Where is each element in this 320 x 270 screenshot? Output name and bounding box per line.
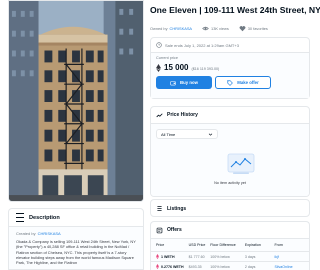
weth-icon: [156, 254, 159, 259]
created-by: Created by CHRISKASA: [16, 231, 136, 236]
lines-icon: [16, 213, 24, 222]
item-title: One Eleven | 109-111 West 24th Street, N…: [150, 5, 320, 15]
empty-chart-icon: [227, 153, 255, 174]
col-usd-price: USD Price: [188, 243, 206, 247]
sale-ends: Sale ends July 1, 2022 at 1:29am GMT+3: [151, 38, 309, 53]
price-usd: ($16 119 393.00): [191, 67, 220, 71]
offer-expiration: 2 days: [244, 264, 256, 269]
list-icon: [157, 206, 162, 211]
offers-panel: Offers Price USD Price Floor Difference …: [150, 221, 310, 270]
offer-expiration: 3 days: [244, 254, 256, 259]
offers-icon: [156, 227, 163, 233]
offers-table-header: Price USD Price Floor Difference Expirat…: [151, 239, 309, 251]
offer-floor-difference: 100% below: [210, 254, 230, 259]
trend-icon: [156, 112, 163, 117]
description-header[interactable]: Description: [9, 209, 143, 227]
building-photo: [9, 1, 143, 201]
listings-title: Listings: [167, 205, 187, 212]
table-row[interactable]: 1 WETH $1 777.60 100% below 3 days ikjf: [151, 251, 309, 261]
offers-header[interactable]: Offers: [151, 222, 309, 239]
offer-usd: $493.35: [188, 264, 202, 269]
table-row[interactable]: 0.2776 WETH $493.35 100% below 2 days Si…: [151, 261, 309, 270]
description-text: Okada & Company is selling 109-111 West …: [16, 239, 136, 266]
created-by-label: Created by: [16, 231, 36, 236]
empty-activity-text: No item activity yet: [214, 181, 246, 185]
current-price-label: Current price: [156, 56, 178, 60]
tag-icon: [227, 79, 234, 86]
offer-floor-difference: 100% below: [210, 264, 230, 269]
col-floor-difference: Floor Difference: [210, 243, 236, 247]
offer-price: 0.2776 WETH: [151, 264, 189, 269]
description-title: Description: [29, 214, 60, 221]
price-history-title: Price History: [167, 112, 198, 118]
heart-icon: [239, 26, 246, 32]
offer-price: 1 WETH: [151, 254, 189, 259]
weth-icon: [156, 264, 159, 269]
favorites-count[interactable]: 30 favorites: [239, 25, 268, 32]
views-count: 13K views: [202, 25, 229, 32]
wallet-icon: [170, 80, 176, 85]
offer-usd: $1 777.60: [188, 254, 205, 259]
price-line: 15 000 ($16 119 393.00): [156, 63, 304, 72]
listings-panel[interactable]: Listings: [150, 199, 310, 217]
eye-icon: [202, 26, 209, 31]
owned-by-label: Owned by: [150, 26, 168, 31]
item-meta: Owned by CHRISKASA 13K views 30 favorite…: [150, 25, 268, 32]
description-panel: Description Created by CHRISKASA Okada &…: [8, 208, 144, 270]
time-range-value: All Time: [161, 131, 176, 137]
price-history-panel: Price History All Time No item activity …: [150, 106, 310, 197]
ethereum-icon: [156, 63, 161, 72]
offers-table: Price USD Price Floor Difference Expirat…: [151, 239, 309, 270]
make-offer-button[interactable]: Make offer: [215, 76, 271, 89]
offers-title: Offers: [167, 227, 182, 233]
buy-now-button[interactable]: Buy now: [156, 76, 212, 89]
offer-from-link[interactable]: SilvaOnline: [274, 265, 309, 269]
time-range-select[interactable]: All Time: [156, 129, 218, 139]
nft-image[interactable]: [8, 0, 144, 202]
price-value: 15 000: [164, 63, 189, 72]
owner-link[interactable]: CHRISKASA: [170, 26, 193, 31]
chevron-down-icon: [208, 133, 213, 136]
clock-icon: [156, 42, 162, 48]
offer-from-link[interactable]: ikjf: [274, 255, 309, 259]
creator-link[interactable]: CHRISKASA: [38, 231, 61, 236]
price-card: Sale ends July 1, 2022 at 1:29am GMT+3 C…: [150, 37, 310, 99]
col-price: Price: [156, 243, 165, 247]
col-from: From: [274, 243, 283, 247]
price-history-header[interactable]: Price History: [151, 107, 309, 124]
listings-header[interactable]: Listings: [151, 200, 309, 216]
sale-ends-text: Sale ends July 1, 2022 at 1:29am GMT+3: [165, 42, 239, 48]
col-expiration: Expiration: [244, 243, 261, 247]
